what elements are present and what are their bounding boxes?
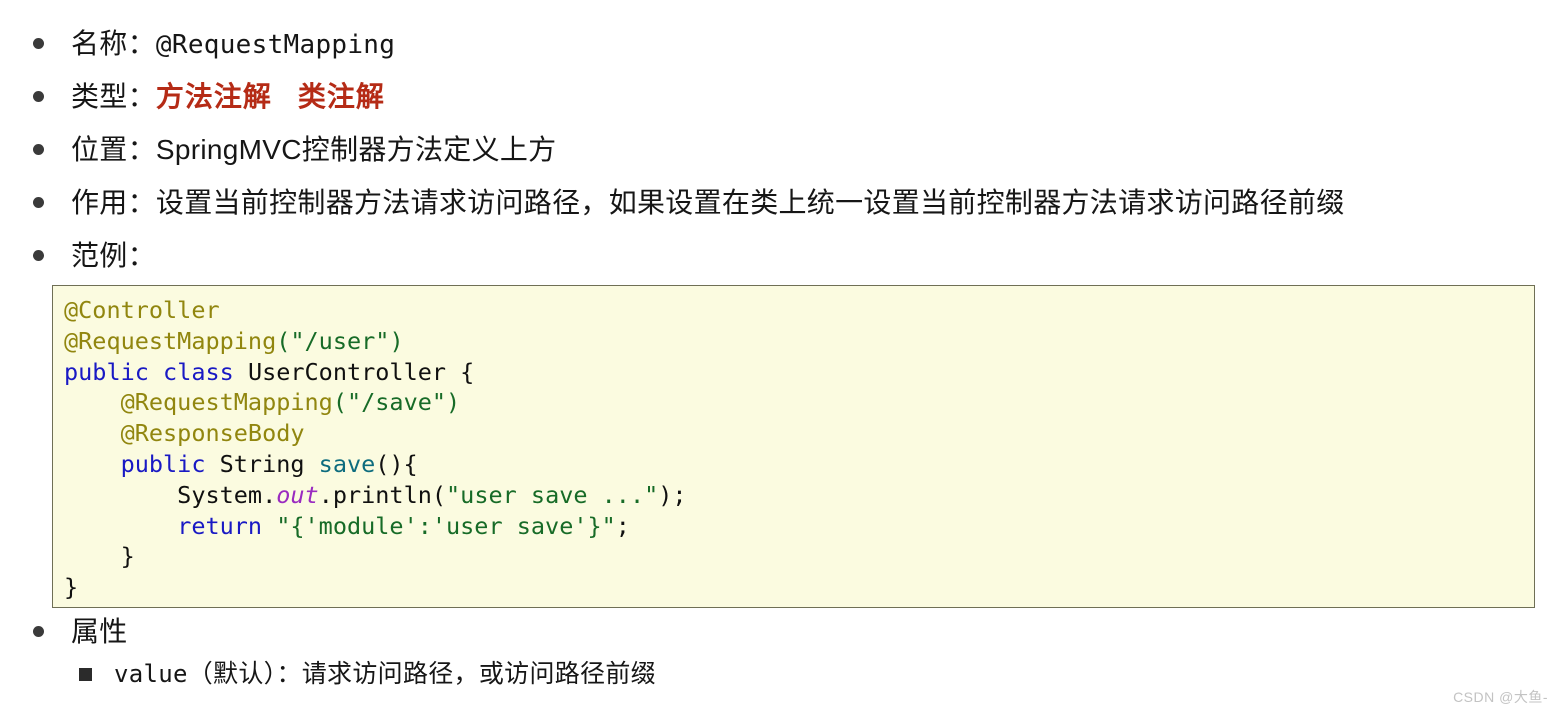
badge-class-annotation: 类注解 xyxy=(297,81,385,112)
list-item-label: 属性 xyxy=(71,616,128,647)
code-line: } xyxy=(64,572,1534,603)
list-item: 类型：方法注解 类注解 xyxy=(0,75,1560,128)
bullet-dot-icon xyxy=(33,144,44,155)
item-value-text: SpringMVC控制器方法定义上方 xyxy=(155,134,557,165)
code-token-punc: ( xyxy=(276,326,291,355)
list-item: 位置：SpringMVC控制器方法定义上方 xyxy=(0,128,1560,181)
list-item: 属性 xyxy=(0,610,1560,655)
code-token-anno: @ResponseBody xyxy=(120,419,305,448)
item-value-text: 设置当前控制器方法请求访问路径，如果设置在类上统一设置当前控制器方法请求访问路径… xyxy=(155,187,1345,218)
bullet-dot-icon xyxy=(33,91,44,102)
code-token-str: "{'module':'user save'}" xyxy=(276,511,616,540)
code-token-punc: ) xyxy=(446,388,461,417)
bullet-square-icon xyxy=(79,668,92,681)
list-item: 范例： xyxy=(0,234,1560,279)
item-label-text: 位置： xyxy=(71,134,156,165)
attribute-note-text: （默认）：请求访问路径，或访问路径前缀 xyxy=(187,660,656,688)
code-line: @RequestMapping("/save") xyxy=(64,387,1534,418)
code-token-plain: String xyxy=(205,449,319,478)
code-token-plain: } xyxy=(64,542,135,571)
code-token-anno: @Controller xyxy=(64,296,220,324)
item-label-text: 名称： xyxy=(71,28,156,59)
code-token-plain: ; xyxy=(615,511,630,540)
code-sample-block: @Controller @RequestMapping("/user") publi… xyxy=(52,285,1535,608)
code-token-punc: ( xyxy=(332,388,347,417)
code-token-str: "/save" xyxy=(346,388,447,417)
code-token-method: save xyxy=(318,449,376,478)
code-token-anno: @RequestMapping xyxy=(64,326,277,355)
code-token-plain: System. xyxy=(64,480,277,509)
bullet-dot-icon xyxy=(33,197,44,208)
list-item-label: 作用：设置当前控制器方法请求访问路径，如果设置在类上统一设置当前控制器方法请求访… xyxy=(71,181,1345,225)
bullet-dot-icon xyxy=(33,250,44,261)
code-token-plain: ); xyxy=(658,480,687,509)
list-item-label: 名称：@RequestMapping xyxy=(71,22,395,67)
code-line: @Controller xyxy=(64,295,1534,326)
code-token-field: out xyxy=(276,480,319,509)
code-token-kw: return xyxy=(177,511,263,540)
badge-method-annotation: 方法注解 xyxy=(155,81,272,112)
sub-list-item: value（默认）：请求访问路径，或访问路径前缀 xyxy=(0,655,1560,700)
list-item-label: 类型：方法注解 类注解 xyxy=(71,75,385,119)
bullet-dot-icon xyxy=(33,38,44,49)
code-line: } xyxy=(64,541,1534,572)
list-item: 作用：设置当前控制器方法请求访问路径，如果设置在类上统一设置当前控制器方法请求访… xyxy=(0,181,1560,234)
list-item-label: 位置：SpringMVC控制器方法定义上方 xyxy=(71,128,556,172)
code-line: public class UserController { xyxy=(64,357,1534,388)
attribute-name-text: value xyxy=(114,660,188,688)
item-label-text: 作用： xyxy=(71,187,156,218)
list-item: 名称：@RequestMapping xyxy=(0,22,1560,75)
code-token-anno: @RequestMapping xyxy=(120,388,333,417)
code-token-kw: public xyxy=(64,357,149,386)
code-token-kw: class xyxy=(163,357,234,386)
code-line: @RequestMapping("/user") xyxy=(64,326,1534,357)
code-token-kw: public xyxy=(120,449,206,478)
sub-list-item-label: value（默认）：请求访问路径，或访问路径前缀 xyxy=(114,655,656,693)
watermark-label: CSDN @大鱼- xyxy=(1453,689,1548,705)
code-token-str: "/user" xyxy=(290,326,390,355)
code-token-plain: } xyxy=(64,573,79,602)
code-line: public String save(){ xyxy=(64,449,1534,480)
code-token-str: "user save ..." xyxy=(446,480,659,509)
code-token-plain: UserController { xyxy=(233,357,475,386)
code-token-plain: .println( xyxy=(318,480,447,509)
code-token-punc: ) xyxy=(389,326,404,355)
code-line: System.out.println("user save ..."); xyxy=(64,480,1534,511)
bullet-dot-icon xyxy=(33,626,44,637)
code-sample-text: @Controller @RequestMapping("/user") publi… xyxy=(53,286,1534,603)
code-token-plain: (){ xyxy=(375,449,418,478)
list-item-label: 范例： xyxy=(71,240,156,271)
item-value-text: @RequestMapping xyxy=(155,30,396,60)
item-label-text: 类型： xyxy=(71,81,156,112)
code-line: return "{'module':'user save'}"; xyxy=(64,511,1534,542)
code-line: @ResponseBody xyxy=(64,418,1534,449)
